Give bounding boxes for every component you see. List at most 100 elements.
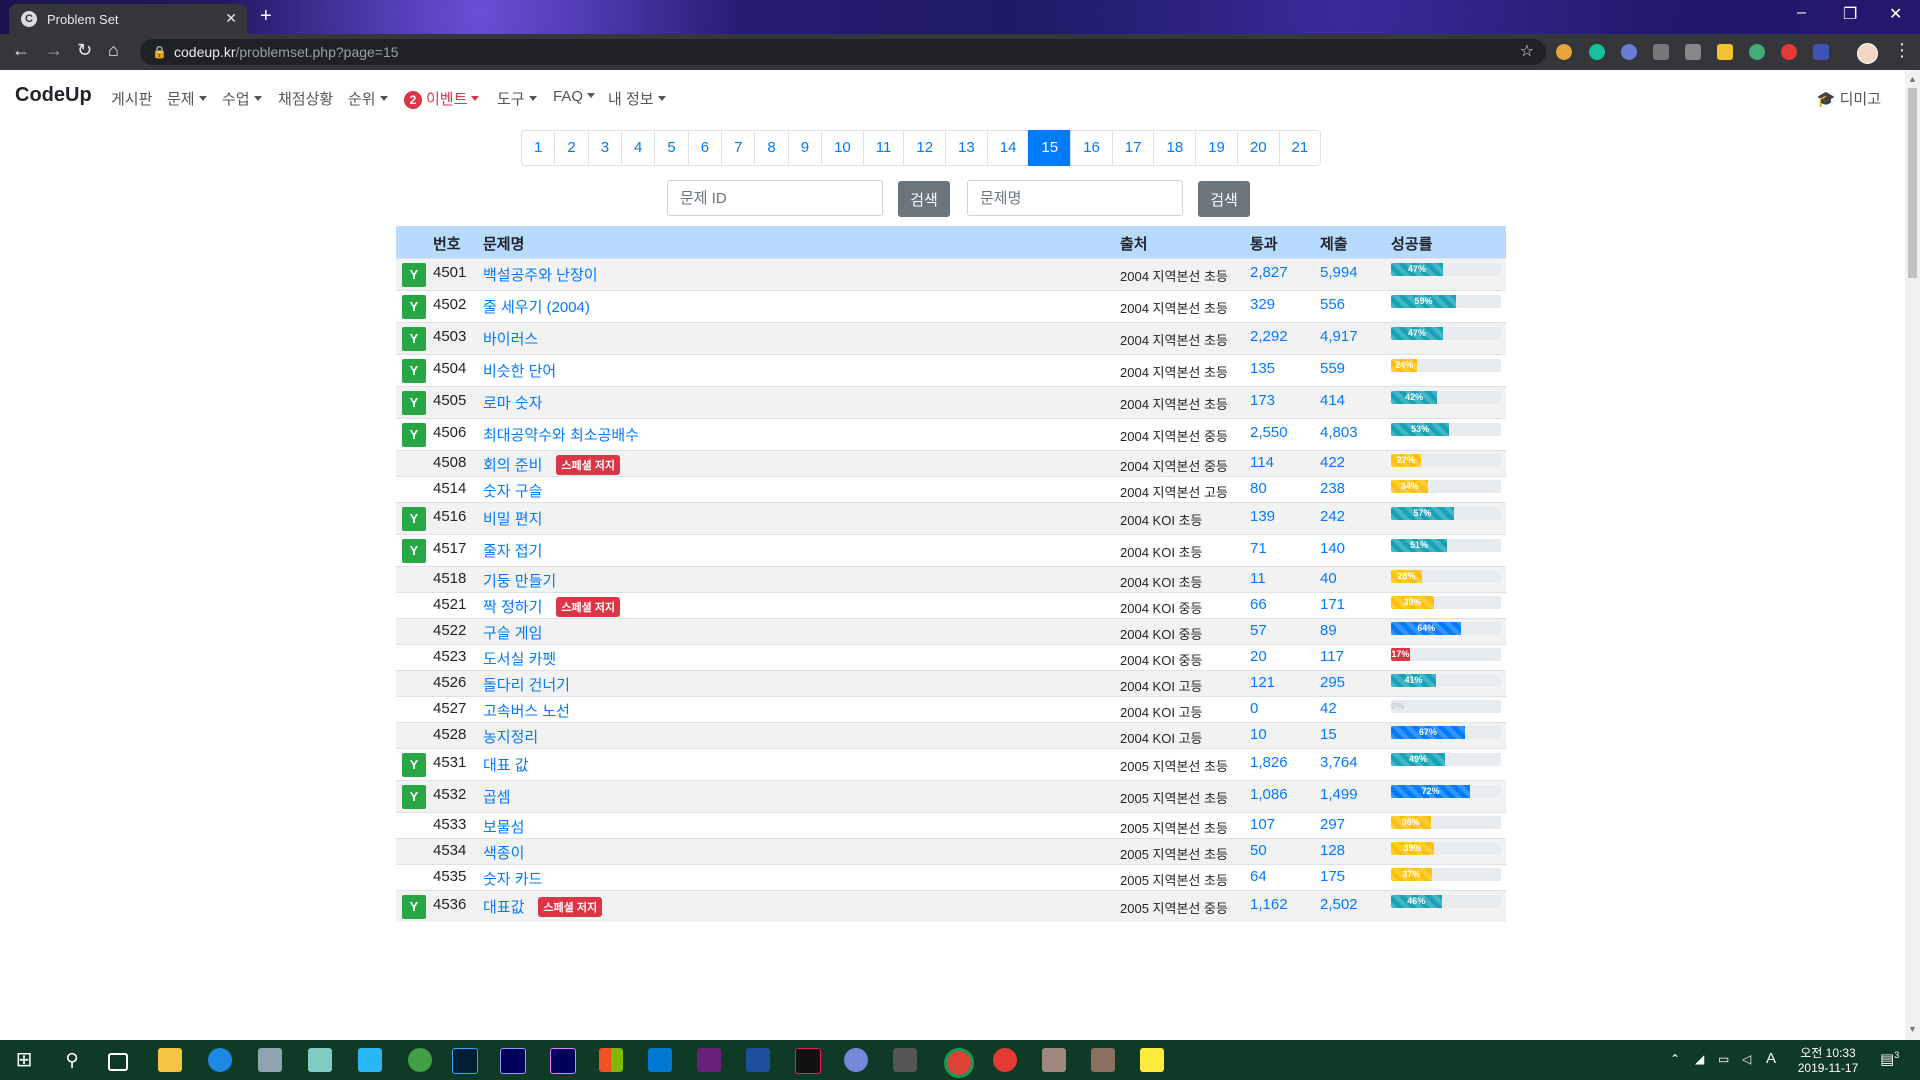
submission-count[interactable]: 89 xyxy=(1320,622,1337,639)
page-link-8[interactable]: 8 xyxy=(754,130,789,166)
problem-title-link[interactable]: 농지정리 xyxy=(483,729,538,746)
app-icon-person-2[interactable] xyxy=(1091,1048,1115,1072)
battery-icon[interactable]: ▭ xyxy=(1718,1052,1729,1066)
problem-title-link[interactable]: 숫자 카드 xyxy=(483,871,542,888)
problem-title-link[interactable]: 곱셈 xyxy=(483,789,511,806)
extension-i-icon[interactable] xyxy=(1685,44,1701,60)
notification-center-icon[interactable]: ▤3 xyxy=(1880,1050,1899,1068)
submission-count[interactable]: 297 xyxy=(1320,816,1345,833)
problem-id-input[interactable] xyxy=(667,180,883,216)
submission-count[interactable]: 42 xyxy=(1320,700,1337,717)
after-effects-icon[interactable] xyxy=(500,1048,526,1074)
nav-my-info[interactable]: 내 정보 xyxy=(608,88,666,109)
page-link-16[interactable]: 16 xyxy=(1070,130,1113,166)
chrome-profile-avatar[interactable] xyxy=(1857,43,1878,64)
submission-count[interactable]: 414 xyxy=(1320,392,1345,409)
premiere-icon[interactable] xyxy=(550,1048,576,1074)
problem-title-link[interactable]: 대표 값 xyxy=(483,757,529,774)
submission-count[interactable]: 117 xyxy=(1320,648,1344,665)
network-icon[interactable]: ◢ xyxy=(1695,1052,1704,1066)
page-link-5[interactable]: 5 xyxy=(654,130,689,166)
nav-class[interactable]: 수업 xyxy=(222,88,262,109)
problem-title-link[interactable]: 돌다리 건너기 xyxy=(483,677,570,694)
bookmark-star-icon[interactable]: ☆ xyxy=(1520,39,1534,65)
office-icon[interactable] xyxy=(599,1048,623,1072)
problem-title-link[interactable]: 기둥 만들기 xyxy=(483,573,556,590)
volume-icon[interactable]: ◁ xyxy=(1742,1052,1751,1066)
problem-id-search-button[interactable]: 검색 xyxy=(898,181,950,217)
accepted-count[interactable]: 173 xyxy=(1250,392,1275,409)
nav-tools[interactable]: 도구 xyxy=(497,88,537,109)
restore-icon[interactable]: ❐ xyxy=(1843,4,1857,24)
page-link-1[interactable]: 1 xyxy=(521,130,556,166)
accepted-count[interactable]: 107 xyxy=(1250,816,1275,833)
problem-title-link[interactable]: 고속버스 노선 xyxy=(483,703,570,720)
forward-icon[interactable]: → xyxy=(45,40,63,61)
accepted-count[interactable]: 2,827 xyxy=(1250,264,1288,281)
accepted-count[interactable]: 1,162 xyxy=(1250,896,1288,913)
submission-count[interactable]: 4,803 xyxy=(1320,424,1358,441)
nav-ranking[interactable]: 순위 xyxy=(348,88,388,109)
windows-start-icon[interactable]: ⊞ xyxy=(12,1048,36,1072)
reload-icon[interactable]: ↻ xyxy=(77,40,92,61)
page-link-15[interactable]: 15 xyxy=(1028,130,1072,166)
extension-note-icon[interactable] xyxy=(1717,44,1733,60)
scroll-down-icon[interactable]: ▼ xyxy=(1908,1024,1917,1034)
minimize-icon[interactable]: – xyxy=(1797,4,1806,22)
page-link-13[interactable]: 13 xyxy=(945,130,988,166)
nav-status[interactable]: 채점상황 xyxy=(278,88,333,109)
accepted-count[interactable]: 1,086 xyxy=(1250,786,1288,803)
app-icon-5[interactable] xyxy=(358,1048,382,1072)
accepted-count[interactable]: 20 xyxy=(1250,648,1267,665)
problem-title-link[interactable]: 도서실 카펫 xyxy=(483,651,556,668)
user-menu[interactable]: 🎓 디미고 xyxy=(1817,88,1881,109)
page-link-18[interactable]: 18 xyxy=(1153,130,1197,166)
scroll-up-icon[interactable]: ▲ xyxy=(1908,74,1917,84)
task-view-icon[interactable] xyxy=(108,1053,128,1071)
extension-grammarly-icon[interactable] xyxy=(1589,44,1605,60)
page-link-6[interactable]: 6 xyxy=(687,130,723,166)
page-link-9[interactable]: 9 xyxy=(787,130,823,166)
extension-check-icon[interactable] xyxy=(1621,44,1637,60)
accepted-count[interactable]: 1,826 xyxy=(1250,754,1288,771)
accepted-count[interactable]: 2,550 xyxy=(1250,424,1288,441)
problem-title-link[interactable]: 비밀 편지 xyxy=(483,511,542,528)
submission-count[interactable]: 242 xyxy=(1320,508,1345,525)
page-link-14[interactable]: 14 xyxy=(986,130,1030,166)
accepted-count[interactable]: 135 xyxy=(1250,360,1275,377)
submission-count[interactable]: 175 xyxy=(1320,868,1345,885)
scrollbar-thumb[interactable] xyxy=(1908,88,1917,278)
problem-title-link[interactable]: 줄 세우기 (2004) xyxy=(483,299,590,316)
app-icon-swirl[interactable] xyxy=(993,1048,1017,1072)
accepted-count[interactable]: 71 xyxy=(1250,540,1267,557)
problem-title-link[interactable]: 바이러스 xyxy=(483,331,538,348)
submission-count[interactable]: 5,994 xyxy=(1320,264,1358,281)
new-tab-icon[interactable]: + xyxy=(260,5,272,28)
problem-title-link[interactable]: 보물섬 xyxy=(483,819,524,836)
extension-red-icon[interactable] xyxy=(1781,44,1797,60)
accepted-count[interactable]: 80 xyxy=(1250,480,1267,497)
submission-count[interactable]: 3,764 xyxy=(1320,754,1358,771)
home-icon[interactable]: ⌂ xyxy=(108,40,119,61)
nav-problems[interactable]: 문제 xyxy=(167,88,207,109)
file-explorer-icon[interactable] xyxy=(158,1048,182,1072)
page-link-7[interactable]: 7 xyxy=(721,130,756,166)
app-icon-3[interactable] xyxy=(258,1048,282,1072)
ime-indicator[interactable]: A xyxy=(1766,1050,1776,1067)
page-link-12[interactable]: 12 xyxy=(903,130,947,166)
submission-count[interactable]: 559 xyxy=(1320,360,1345,377)
tray-chevron-icon[interactable]: ⌃ xyxy=(1670,1052,1680,1066)
problem-title-link[interactable]: 대표값 xyxy=(483,899,524,916)
app-icon-6[interactable] xyxy=(408,1048,432,1072)
nav-board[interactable]: 게시판 xyxy=(111,88,152,109)
accepted-count[interactable]: 10 xyxy=(1250,726,1267,743)
submission-count[interactable]: 2,502 xyxy=(1320,896,1358,913)
accepted-count[interactable]: 57 xyxy=(1250,622,1267,639)
problem-title-link[interactable]: 숫자 구슬 xyxy=(483,483,542,500)
submission-count[interactable]: 422 xyxy=(1320,454,1345,471)
page-link-21[interactable]: 21 xyxy=(1278,130,1322,166)
browser-tab[interactable]: C Problem Set ✕ xyxy=(9,4,247,34)
submission-count[interactable]: 171 xyxy=(1320,596,1345,613)
accepted-count[interactable]: 50 xyxy=(1250,842,1267,859)
accepted-count[interactable]: 114 xyxy=(1250,454,1274,471)
